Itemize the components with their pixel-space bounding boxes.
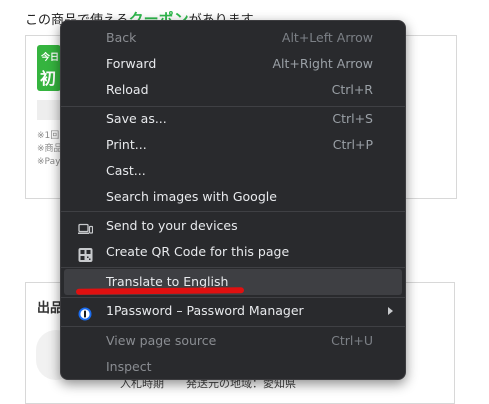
menu-item-label: Forward bbox=[106, 56, 157, 71]
menu-item-save-as[interactable]: Save as... Ctrl+S bbox=[61, 106, 405, 132]
qr-code-icon bbox=[78, 245, 93, 262]
menu-item-shortcut: Ctrl+R bbox=[331, 82, 373, 97]
menu-separator bbox=[61, 326, 405, 327]
menu-item-label: Cast... bbox=[106, 163, 146, 178]
menu-item-qr-code[interactable]: Create QR Code for this page bbox=[61, 239, 405, 265]
menu-item-label: 1Password – Password Manager bbox=[106, 303, 304, 318]
menu-item-reload[interactable]: Reload Ctrl+R bbox=[61, 77, 405, 103]
badge-top: 今日 bbox=[41, 53, 60, 63]
menu-item-forward[interactable]: Forward Alt+Right Arrow bbox=[61, 51, 405, 77]
menu-item-back[interactable]: Back Alt+Left Arrow bbox=[61, 25, 405, 51]
menu-item-label: Reload bbox=[106, 82, 149, 97]
coupon-note: ※Pay bbox=[37, 157, 61, 167]
menu-item-print[interactable]: Print... Ctrl+P bbox=[61, 132, 405, 158]
badge-main: 初 bbox=[40, 69, 57, 88]
menu-separator bbox=[61, 211, 405, 212]
menu-item-search-images[interactable]: Search images with Google bbox=[61, 184, 405, 210]
coupon-note: ※1回 bbox=[37, 131, 60, 141]
menu-item-label: Print... bbox=[106, 137, 147, 152]
context-menu: Back Alt+Left Arrow Forward Alt+Right Ar… bbox=[60, 20, 406, 380]
menu-item-label: Back bbox=[106, 30, 137, 45]
menu-item-label: Inspect bbox=[106, 359, 152, 374]
menu-item-shortcut: Alt+Right Arrow bbox=[272, 56, 374, 71]
menu-item-label: View page source bbox=[106, 333, 217, 348]
menu-item-send-to-devices[interactable]: Send to your devices bbox=[61, 213, 405, 239]
menu-item-label: Create QR Code for this page bbox=[106, 244, 290, 259]
menu-item-label: Save as... bbox=[106, 111, 167, 126]
submenu-arrow-icon bbox=[388, 307, 393, 315]
coupon-note: ※商品 bbox=[37, 144, 63, 154]
menu-item-cast[interactable]: Cast... bbox=[61, 158, 405, 184]
menu-item-inspect[interactable]: Inspect bbox=[61, 354, 405, 380]
menu-separator bbox=[61, 267, 405, 268]
coupon-badge[interactable]: 今日 初 bbox=[37, 45, 61, 91]
menu-item-label: Search images with Google bbox=[106, 189, 277, 204]
1password-icon bbox=[78, 304, 93, 321]
menu-item-shortcut: Ctrl+P bbox=[332, 137, 373, 152]
menu-item-shortcut: Ctrl+U bbox=[331, 333, 373, 348]
menu-item-shortcut: Ctrl+S bbox=[332, 111, 373, 126]
menu-item-shortcut: Alt+Left Arrow bbox=[281, 30, 373, 45]
menu-item-view-source[interactable]: View page source Ctrl+U bbox=[61, 328, 405, 354]
menu-item-1password[interactable]: 1Password – Password Manager bbox=[61, 298, 405, 324]
menu-item-label: Send to your devices bbox=[106, 218, 238, 233]
devices-icon bbox=[78, 219, 94, 234]
